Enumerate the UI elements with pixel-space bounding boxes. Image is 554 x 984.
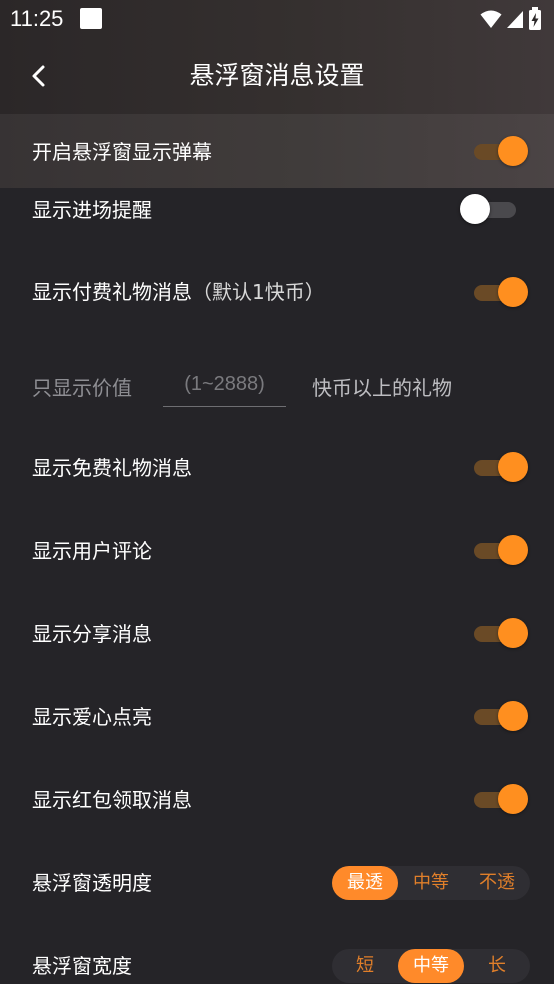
setting-row-float-barrage[interactable]: 开启悬浮窗显示弹幕 (0, 114, 554, 188)
setting-row-width: 悬浮窗宽度 短 中等 长 (0, 935, 554, 984)
notification-icon (80, 8, 102, 29)
width-option[interactable]: 短 (332, 949, 398, 983)
red-packet-toggle[interactable] (472, 784, 528, 814)
setting-label: 开启悬浮窗显示弹幕 (32, 140, 212, 164)
opacity-segmented-control: 最透 中等 不透 (332, 866, 530, 900)
setting-row-red-packet[interactable]: 显示红包领取消息 (0, 769, 554, 829)
gift-value-input[interactable] (163, 362, 286, 407)
setting-row-paid-gift[interactable]: 显示付费礼物消息（默认1快币） (0, 262, 554, 322)
setting-label: 悬浮窗透明度 (32, 871, 152, 895)
setting-row-gift-value: 只显示价值 快币以上的礼物 (0, 362, 554, 408)
toggle-knob (498, 618, 528, 648)
toggle-knob (498, 136, 528, 166)
toggle-knob (498, 701, 528, 731)
share-message-toggle[interactable] (472, 618, 528, 648)
toggle-knob (460, 194, 490, 224)
toggle-knob (498, 784, 528, 814)
opacity-option[interactable]: 最透 (332, 866, 398, 900)
setting-row-opacity: 悬浮窗透明度 最透 中等 不透 (0, 852, 554, 912)
battery-icon (529, 7, 541, 30)
free-gift-toggle[interactable] (472, 452, 528, 482)
width-option[interactable]: 中等 (398, 949, 464, 983)
status-icons (480, 7, 542, 31)
toggle-knob (498, 277, 528, 307)
width-option[interactable]: 长 (464, 949, 530, 983)
setting-row-free-gift[interactable]: 显示免费礼物消息 (0, 436, 554, 496)
page-title: 悬浮窗消息设置 (189, 61, 365, 90)
paid-gift-note: （默认1快币） (192, 280, 325, 304)
status-time: 11:25 (10, 6, 64, 31)
setting-row-entry-notice[interactable]: 显示进场提醒 (0, 188, 554, 250)
width-segmented-control: 短 中等 长 (332, 949, 530, 983)
paid-gift-toggle[interactable] (472, 277, 528, 307)
gift-value-prefix: 只显示价值 (32, 376, 132, 400)
setting-label: 显示付费礼物消息（默认1快币） (32, 276, 325, 305)
toggle-knob (498, 452, 528, 482)
signal-icon (507, 11, 523, 28)
setting-row-share-message[interactable]: 显示分享消息 (0, 603, 554, 663)
user-comment-toggle[interactable] (472, 535, 528, 565)
float-barrage-toggle[interactable] (472, 136, 528, 166)
opacity-option[interactable]: 中等 (398, 866, 464, 900)
setting-label: 显示进场提醒 (32, 198, 152, 222)
setting-label: 悬浮窗宽度 (32, 954, 132, 978)
title-bar: 悬浮窗消息设置 (0, 38, 554, 114)
entry-notice-toggle[interactable] (460, 194, 516, 224)
gift-value-suffix: 快币以上的礼物 (312, 376, 452, 400)
wifi-icon (480, 10, 502, 28)
setting-label: 显示用户评论 (32, 539, 152, 563)
opacity-option[interactable]: 不透 (464, 866, 530, 900)
setting-label: 显示红包领取消息 (32, 788, 192, 812)
setting-row-user-comment[interactable]: 显示用户评论 (0, 520, 554, 580)
setting-label: 显示免费礼物消息 (32, 456, 192, 480)
paid-gift-label: 显示付费礼物消息 (32, 280, 192, 304)
toggle-knob (498, 535, 528, 565)
setting-label: 显示爱心点亮 (32, 705, 152, 729)
setting-label: 显示分享消息 (32, 622, 152, 646)
status-bar: 11:25 (0, 0, 554, 38)
setting-row-heart-light[interactable]: 显示爱心点亮 (0, 686, 554, 746)
heart-light-toggle[interactable] (472, 701, 528, 731)
